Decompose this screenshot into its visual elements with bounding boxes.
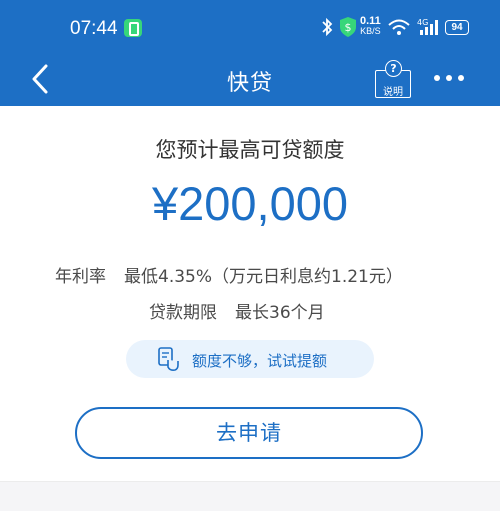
credit-limit-heading: 您预计最高可贷额度 bbox=[155, 138, 345, 162]
loan-term-label: 贷款期限 bbox=[149, 303, 217, 323]
more-menu-icon[interactable] bbox=[432, 66, 466, 90]
annual-rate-value: 最低4.35%（万元日利息约1.21元） bbox=[124, 267, 403, 287]
page-title: 快贷 bbox=[226, 71, 273, 96]
credit-limit-amount: ¥200,000 bbox=[151, 177, 349, 230]
notification-icon bbox=[124, 19, 142, 37]
status-time: 07:44 bbox=[70, 18, 118, 39]
help-button[interactable]: ? 说明 bbox=[375, 58, 411, 98]
wifi-icon bbox=[388, 19, 410, 35]
help-label: 说明 bbox=[383, 87, 403, 98]
annual-rate-row: 年利率 最低4.35%（万元日利息约1.21元） bbox=[55, 262, 403, 287]
bottom-section bbox=[0, 481, 500, 511]
net-speed: 0.11 KB/S bbox=[360, 15, 381, 37]
app-bar: 快贷 ? 说明 bbox=[0, 52, 500, 106]
increase-limit-tip[interactable]: 额度不够，试试提额 bbox=[126, 340, 374, 378]
apply-button[interactable]: 去申请 bbox=[75, 407, 423, 459]
svg-text:$: $ bbox=[345, 21, 352, 34]
loan-term-row: 贷款期限 最长36个月 bbox=[149, 298, 325, 323]
question-icon: ? bbox=[385, 60, 402, 77]
bluetooth-icon bbox=[322, 17, 333, 37]
signal-icon: 4G bbox=[417, 18, 438, 35]
increase-limit-text: 额度不够，试试提额 bbox=[192, 352, 328, 370]
battery-icon: 94 bbox=[445, 20, 469, 35]
hand-document-icon bbox=[158, 347, 179, 371]
shield-icon: $ bbox=[340, 17, 356, 37]
loan-term-value: 最长36个月 bbox=[235, 303, 325, 323]
status-bar: 07:44 $ 0.11 KB/S 4G 94 bbox=[0, 0, 500, 52]
svg-text:4G: 4G bbox=[417, 18, 428, 27]
annual-rate-label: 年利率 bbox=[55, 267, 106, 287]
